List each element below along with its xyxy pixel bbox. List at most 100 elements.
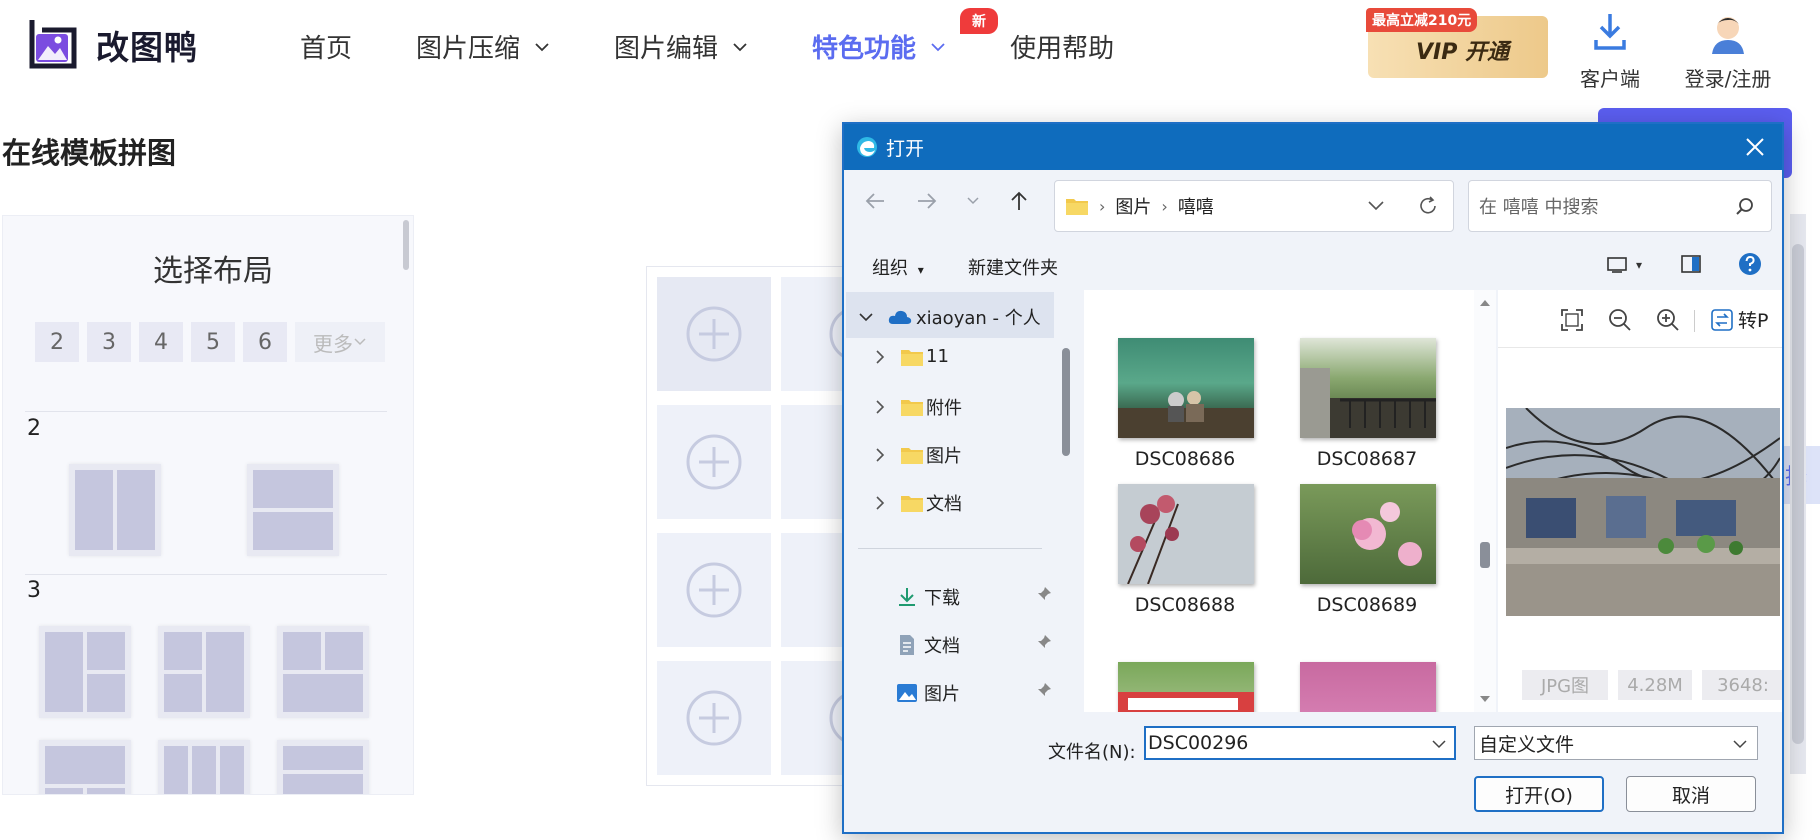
breadcrumb-pictures[interactable]: 图片 bbox=[1115, 193, 1151, 219]
logo[interactable]: 改图鸭 bbox=[22, 16, 198, 74]
scroll-down-icon[interactable] bbox=[1479, 694, 1491, 704]
search-icon[interactable] bbox=[1735, 197, 1755, 217]
nav-compress-label: 图片压缩 bbox=[416, 34, 521, 64]
layout-template[interactable] bbox=[39, 626, 131, 718]
filename-value: DSC00296 bbox=[1148, 732, 1249, 754]
layout-template[interactable] bbox=[247, 464, 339, 556]
preview-pane-icon[interactable] bbox=[1680, 254, 1702, 274]
pin-icon[interactable] bbox=[1036, 682, 1052, 698]
file-type-select[interactable]: 自定义文件 bbox=[1474, 726, 1758, 760]
tree-folder-11[interactable]: 11 bbox=[874, 346, 949, 367]
more-counts-button[interactable]: 更多 bbox=[295, 322, 385, 362]
file-list-scrollbar[interactable] bbox=[1474, 290, 1496, 712]
quick-access-documents[interactable]: 文档 bbox=[896, 632, 1051, 658]
chevron-down-icon[interactable] bbox=[858, 311, 874, 323]
tree-scrollbar[interactable] bbox=[1062, 348, 1070, 456]
preview-pane: 转P JPG图 4.28M 3648: bbox=[1498, 290, 1782, 712]
view-options-icon[interactable] bbox=[1606, 256, 1628, 274]
divider bbox=[1694, 310, 1695, 332]
zoom-out-icon[interactable] bbox=[1608, 308, 1632, 332]
add-image-slot[interactable] bbox=[657, 533, 771, 647]
new-folder-button[interactable]: 新建文件夹 bbox=[968, 254, 1058, 280]
count-button-2[interactable]: 2 bbox=[35, 322, 79, 362]
chevron-right-icon[interactable] bbox=[874, 349, 886, 365]
chevron-down-icon[interactable] bbox=[1432, 739, 1446, 749]
layout-template[interactable] bbox=[69, 464, 161, 556]
zoom-in-icon[interactable] bbox=[1656, 308, 1680, 332]
vip-button[interactable]: 最高立减210元 VIP 开通 bbox=[1366, 8, 1548, 78]
nav-features[interactable]: 特色功能 新 bbox=[812, 8, 999, 65]
tree-folder-documents[interactable]: 文档 bbox=[874, 490, 962, 516]
nav-compress[interactable]: 图片压缩 bbox=[416, 28, 550, 65]
count-button-5[interactable]: 5 bbox=[191, 322, 235, 362]
forward-arrow-icon[interactable] bbox=[916, 190, 938, 212]
layout-template[interactable] bbox=[277, 626, 369, 718]
nav-home[interactable]: 首页 bbox=[300, 28, 352, 65]
add-image-slot[interactable] bbox=[657, 277, 771, 391]
count-button-3[interactable]: 3 bbox=[87, 322, 131, 362]
plus-circle-icon bbox=[686, 306, 742, 362]
chevron-down-icon bbox=[931, 42, 945, 51]
tree-item-onedrive[interactable]: xiaoyan - 个人 bbox=[858, 304, 1041, 330]
convert-button[interactable]: 转P bbox=[1710, 306, 1768, 333]
preview-file-size-tag: 4.28M bbox=[1618, 670, 1692, 700]
client-download-button[interactable]: 客户端 bbox=[1572, 10, 1648, 92]
layout-template[interactable] bbox=[277, 740, 369, 794]
back-arrow-icon[interactable] bbox=[864, 190, 886, 212]
quick-access-pictures[interactable]: 图片 bbox=[896, 680, 1051, 706]
file-name: DSC08687 bbox=[1316, 448, 1418, 470]
cancel-button[interactable]: 取消 bbox=[1626, 776, 1756, 812]
nav-help[interactable]: 使用帮助 bbox=[1010, 28, 1114, 65]
search-field[interactable]: 在 嘻嘻 中搜索 bbox=[1468, 180, 1772, 232]
file-thumbnail[interactable] bbox=[1118, 662, 1254, 712]
layout-template[interactable] bbox=[158, 740, 250, 794]
preview-file-type-tag: JPG图 bbox=[1522, 670, 1608, 700]
organize-menu[interactable]: 组织 ▾ bbox=[872, 254, 924, 280]
view-options-chevron-icon[interactable]: ▾ bbox=[1636, 258, 1642, 272]
filename-input[interactable]: DSC00296 bbox=[1144, 726, 1456, 760]
app-root: 改图鸭 首页 图片压缩 图片编辑 特色功能 新 使用帮助 最高立减210元 VI… bbox=[0, 0, 1820, 840]
pin-icon[interactable] bbox=[1036, 586, 1052, 602]
help-icon[interactable] bbox=[1738, 252, 1762, 276]
file-thumbnail bbox=[1118, 484, 1254, 585]
page-scrollbar[interactable] bbox=[1790, 214, 1806, 774]
address-bar[interactable]: › 图片 › 嘻嘻 bbox=[1054, 180, 1454, 232]
breadcrumb-xixi[interactable]: 嘻嘻 bbox=[1178, 193, 1214, 219]
add-image-slot[interactable] bbox=[657, 405, 771, 519]
new-badge: 新 bbox=[960, 8, 999, 34]
count-button-4[interactable]: 4 bbox=[139, 322, 183, 362]
logo-icon bbox=[22, 16, 80, 74]
divider bbox=[25, 411, 387, 412]
file-list-scroll-thumb[interactable] bbox=[1480, 542, 1490, 568]
layout-template[interactable] bbox=[158, 626, 250, 718]
tree-folder-attachments[interactable]: 附件 bbox=[874, 394, 962, 420]
open-button[interactable]: 打开(O) bbox=[1474, 776, 1604, 812]
logo-text: 改图鸭 bbox=[96, 28, 198, 67]
close-icon[interactable] bbox=[1744, 136, 1766, 158]
refresh-icon[interactable] bbox=[1417, 195, 1439, 217]
recent-locations-chevron-icon[interactable] bbox=[966, 194, 980, 208]
chevron-down-icon bbox=[535, 42, 549, 51]
tree-folder-pictures[interactable]: 图片 bbox=[874, 442, 962, 468]
nav-edit[interactable]: 图片编辑 bbox=[614, 28, 748, 65]
login-button[interactable]: 登录/注册 bbox=[1678, 10, 1778, 92]
file-thumbnail[interactable] bbox=[1300, 662, 1436, 712]
page-scrollbar-thumb[interactable] bbox=[1792, 244, 1804, 744]
chevron-right-icon[interactable] bbox=[874, 495, 886, 511]
scroll-up-icon[interactable] bbox=[1479, 298, 1491, 308]
folder-icon bbox=[901, 349, 923, 366]
chevron-right-icon[interactable] bbox=[874, 447, 886, 463]
pin-icon[interactable] bbox=[1036, 634, 1052, 650]
count-buttons: 2 3 4 5 6 更多 bbox=[35, 322, 393, 362]
quick-access-downloads[interactable]: 下载 bbox=[896, 584, 1051, 610]
chevron-down-icon[interactable] bbox=[1367, 199, 1385, 213]
chevron-down-icon bbox=[1733, 740, 1747, 749]
open-file-dialog: 打开 › 图片 › 嘻嘻 在 嘻嘻 中搜索 组织 ▾ 新建文件夹 ▾ xiaoy… bbox=[842, 122, 1784, 834]
count-button-6[interactable]: 6 bbox=[243, 322, 287, 362]
chevron-right-icon[interactable] bbox=[874, 399, 886, 415]
add-image-slot[interactable] bbox=[657, 661, 771, 775]
up-arrow-icon[interactable] bbox=[1008, 190, 1030, 212]
tree-root-label: xiaoyan - 个人 bbox=[916, 308, 1041, 329]
layout-template[interactable] bbox=[39, 740, 131, 794]
fit-screen-icon[interactable] bbox=[1560, 308, 1584, 332]
